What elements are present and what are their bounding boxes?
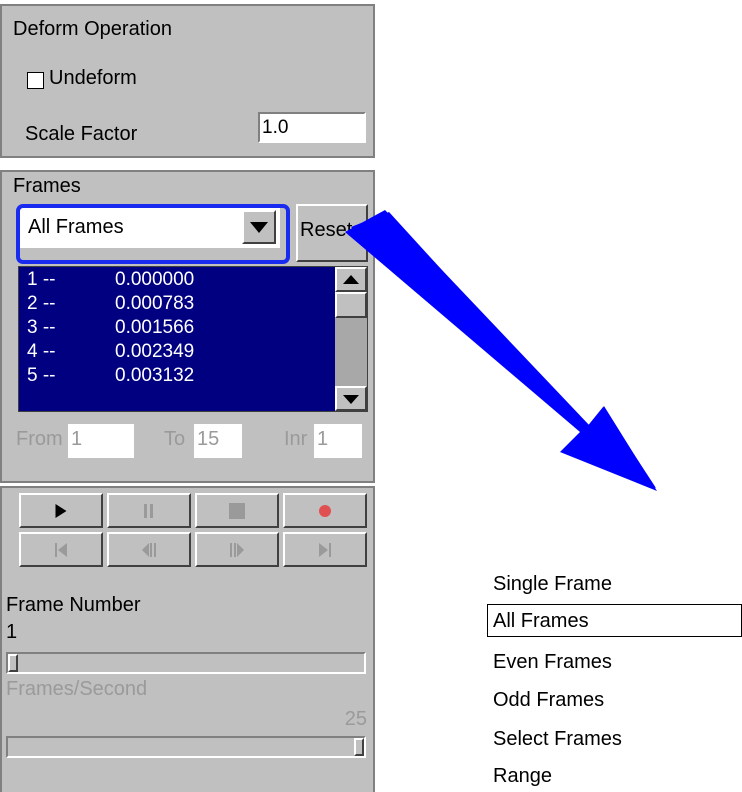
play-icon [55, 503, 67, 518]
stop-icon [229, 502, 245, 519]
dropdown-option-even-frames[interactable]: Even Frames [485, 645, 742, 678]
to-input[interactable]: 15 [194, 424, 242, 458]
deform-operation-panel: Deform Operation Undeform Scale Factor 1… [0, 4, 375, 158]
undeform-label[interactable]: Undeform [49, 67, 137, 90]
list-item[interactable]: 1 -- 0.000000 [19, 269, 367, 292]
skip-to-start-icon [55, 542, 67, 557]
frame-number-slider[interactable] [6, 652, 366, 674]
chevron-down-icon [343, 395, 359, 404]
playback-panel: Frame Number 1 Frames/Second 25 [0, 486, 375, 792]
inr-label: Inr [284, 428, 308, 450]
dropdown-option-single-frame[interactable]: Single Frame [485, 567, 742, 600]
frame-number-value: 1 [6, 621, 18, 643]
scroll-up-button[interactable] [335, 267, 367, 292]
scale-factor-label: Scale Factor [25, 123, 138, 145]
fps-slider-thumb[interactable] [354, 738, 364, 756]
scale-factor-value: 1.0 [262, 117, 289, 138]
dropdown-option-range[interactable]: Range [485, 759, 742, 792]
from-label: From [16, 428, 63, 450]
from-input[interactable]: 1 [68, 424, 134, 458]
chevron-up-icon [343, 275, 359, 284]
play-button[interactable] [19, 493, 103, 528]
pause-button[interactable] [107, 493, 191, 528]
frame-number-slider-thumb[interactable] [8, 654, 18, 672]
last-frame-button[interactable] [283, 532, 367, 567]
select-highlight [16, 204, 290, 264]
skip-to-end-icon [319, 542, 331, 557]
record-icon [319, 504, 331, 517]
inr-input[interactable]: 1 [314, 424, 362, 458]
fps-label: Frames/Second [6, 678, 148, 700]
record-button[interactable] [283, 493, 367, 528]
inr-value: 1 [317, 428, 329, 450]
step-back-icon [142, 542, 156, 557]
scale-factor-input[interactable]: 1.0 [258, 112, 366, 143]
dropdown-option-select-frames[interactable]: Select Frames [485, 722, 742, 755]
list-scrollbar[interactable] [335, 267, 367, 411]
list-item[interactable]: 2 -- 0.000783 [19, 293, 367, 316]
step-back-button[interactable] [107, 532, 191, 567]
to-value: 15 [197, 428, 220, 450]
frames-panel: Frames All Frames Reset 1 -- 0.000000 2 -… [0, 170, 375, 483]
stop-button[interactable] [195, 493, 279, 528]
step-forward-icon [230, 542, 244, 557]
reset-button[interactable]: Reset [296, 204, 368, 262]
fps-value: 25 [344, 708, 367, 730]
list-item[interactable]: 5 -- 0.003132 [19, 365, 367, 388]
step-forward-button[interactable] [195, 532, 279, 567]
scroll-down-button[interactable] [335, 386, 367, 411]
dropdown-option-odd-frames[interactable]: Odd Frames [485, 683, 742, 716]
frames-title: Frames [13, 175, 81, 197]
list-item[interactable]: 3 -- 0.001566 [19, 317, 367, 340]
scroll-track[interactable] [335, 318, 367, 386]
first-frame-button[interactable] [19, 532, 103, 567]
undeform-checkbox[interactable] [27, 72, 44, 89]
reset-button-label: Reset [300, 219, 353, 241]
to-label: To [164, 428, 186, 450]
frame-number-label: Frame Number [6, 594, 141, 616]
scroll-thumb[interactable] [335, 292, 367, 318]
frames-dropdown-list: Single Frame All Frames Even Frames Odd … [485, 563, 742, 792]
deform-operation-title: Deform Operation [13, 18, 172, 40]
from-value: 1 [71, 428, 83, 450]
frames-list[interactable]: 1 -- 0.000000 2 -- 0.000783 3 -- 0.001566 4… [18, 266, 368, 412]
pause-icon [144, 503, 153, 518]
fps-slider[interactable] [6, 736, 366, 758]
dropdown-option-all-frames[interactable]: All Frames [487, 604, 742, 637]
list-item[interactable]: 4 -- 0.002349 [19, 341, 367, 364]
